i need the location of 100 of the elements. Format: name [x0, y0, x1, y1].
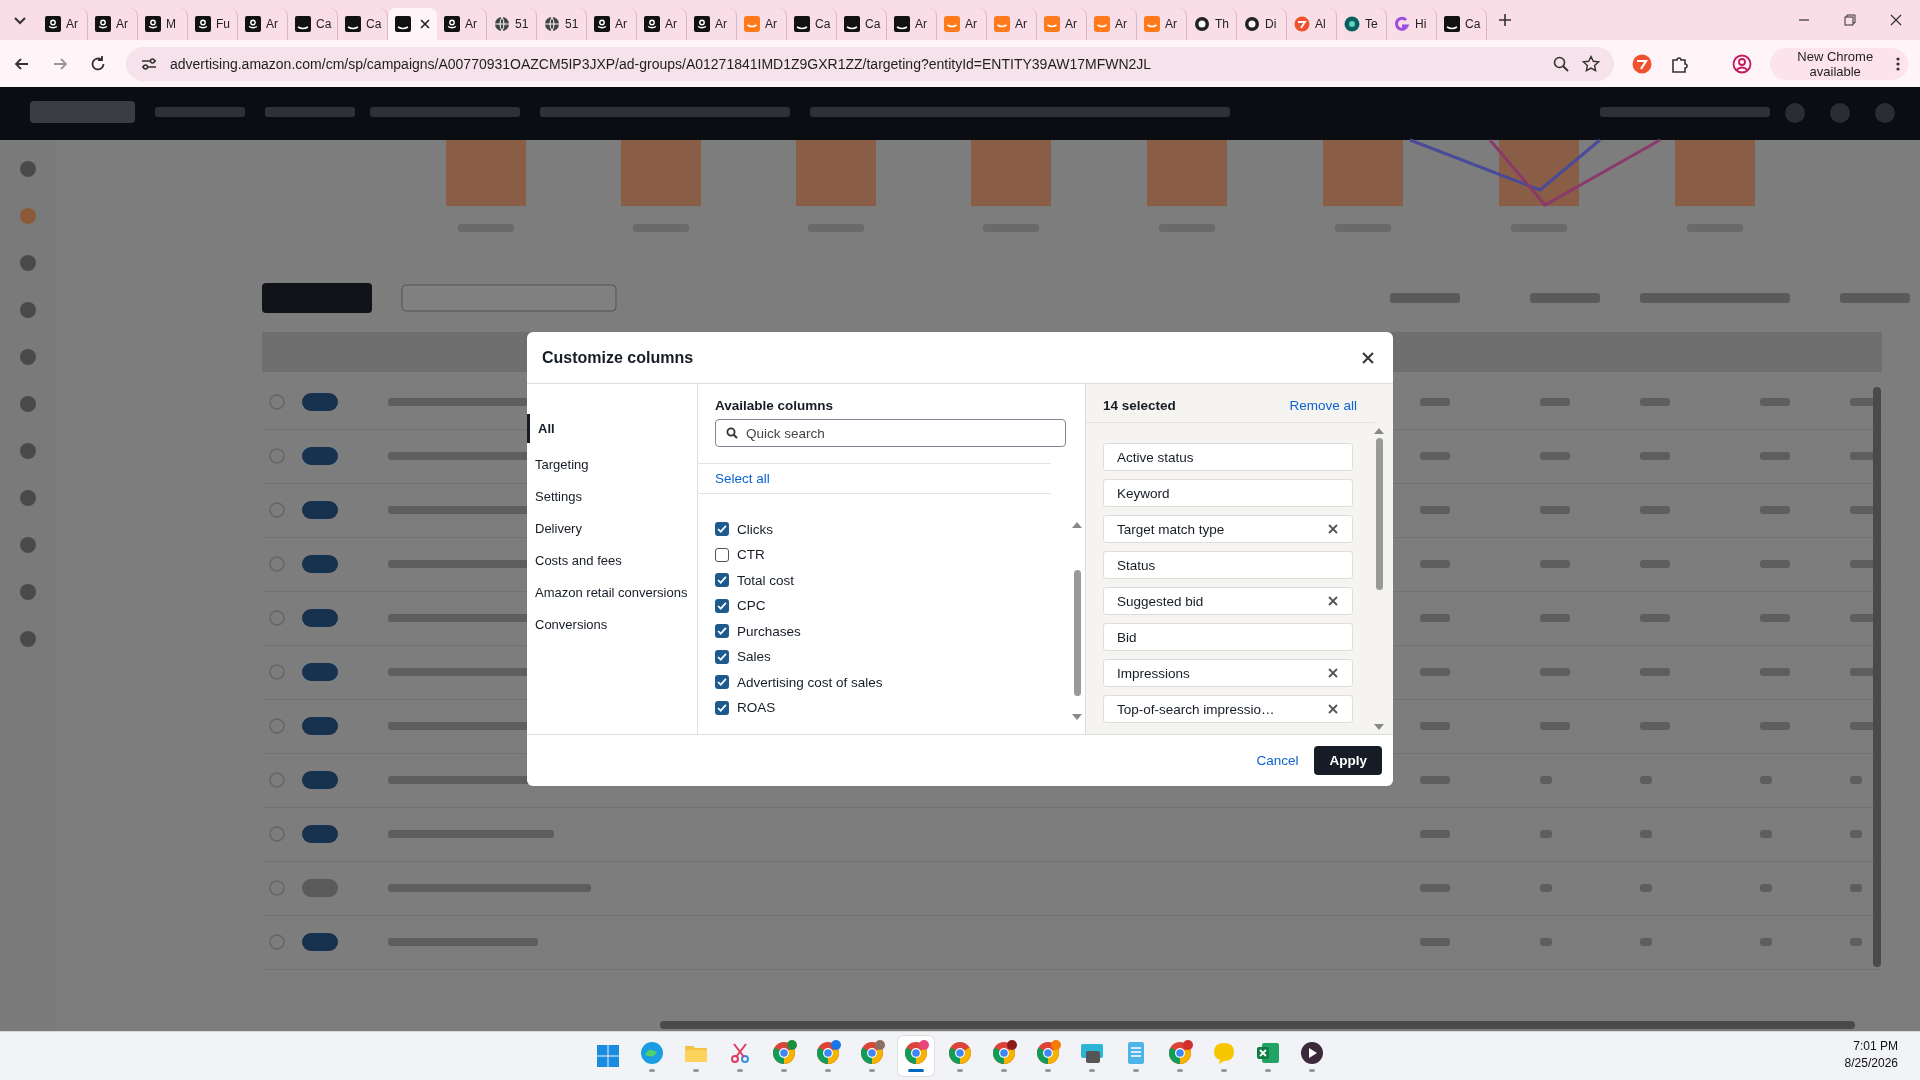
restore-icon[interactable]: [1842, 12, 1858, 28]
toolbar-item-placeholder: [1390, 293, 1460, 303]
column-label: Target match type: [1117, 521, 1225, 537]
sidebar-icon: [20, 161, 36, 177]
column-label: Keyword: [1117, 485, 1170, 501]
sidebar-icon: [20, 584, 36, 600]
checkbox[interactable]: [715, 522, 729, 536]
column-label: Total cost: [737, 572, 795, 588]
category-tab[interactable]: Targeting: [527, 454, 697, 475]
column-label: CTR: [737, 547, 765, 562]
smile-logo-icon: [345, 16, 361, 32]
chrome-browser-icon[interactable]: [948, 1040, 972, 1065]
remove-all-link[interactable]: Remove all: [1289, 398, 1357, 413]
smile-logo-icon: [1144, 16, 1160, 32]
windows-start-icon[interactable]: [596, 1044, 620, 1068]
selected-column-item[interactable]: Top-of-search impressio…: [1103, 695, 1353, 723]
column-label: Sales: [737, 649, 771, 664]
amazon-smile-icon: [95, 16, 111, 32]
smile-logo-icon: [1444, 16, 1460, 32]
browser-tab[interactable]: [388, 8, 437, 40]
selected-column-item[interactable]: Keyword: [1103, 479, 1353, 507]
checkbox[interactable]: [715, 700, 729, 715]
swirl-icon: [1294, 16, 1310, 32]
smile-logo-icon: [944, 16, 960, 32]
selected-column-item[interactable]: Target match type: [1103, 515, 1353, 543]
checkbox[interactable]: [715, 624, 729, 638]
cancel-button[interactable]: Cancel: [1252, 753, 1303, 768]
address-bar[interactable]: advertising.amazon.com/cm/sp/campaigns/A00770931OAZCM5IP3JXP/ad-groups/A01271841IMD1Z9GXR1ZZ/targeting?entityId=ENTITY39AW17MFWN2JL: [126, 46, 1614, 81]
select-all-link[interactable]: Select all: [715, 471, 770, 486]
bookmark-star-icon[interactable]: [1582, 54, 1600, 73]
checkbox[interactable]: [715, 573, 729, 587]
column-label: Impressions: [1117, 665, 1190, 681]
checkbox[interactable]: [715, 547, 729, 562]
sidebar-icon: [20, 396, 36, 412]
spreadsheet-icon[interactable]: [1256, 1040, 1280, 1065]
column-label: Top-of-search impressio…: [1117, 701, 1275, 717]
remove-icon[interactable]: [1328, 524, 1338, 534]
smile-logo-icon: [295, 16, 311, 32]
smile-logo-icon: [794, 16, 810, 32]
zoom-icon[interactable]: [1552, 54, 1570, 73]
search-icon: [726, 427, 738, 439]
loop-logo-icon: [1394, 16, 1410, 32]
circle-logo-icon: [1344, 16, 1360, 32]
amazon-smile-icon: [594, 16, 610, 32]
category-tab[interactable]: Conversions: [527, 614, 697, 635]
scroll-up-icon[interactable]: [1072, 522, 1082, 528]
close-icon[interactable]: [1361, 350, 1375, 365]
selected-count: 14 selected: [1103, 398, 1176, 413]
profile-icon[interactable]: [1732, 53, 1753, 74]
search-field[interactable]: Quick search: [715, 419, 1066, 447]
dialog-title: Customize columns: [542, 348, 694, 367]
swirl-extension-icon[interactable]: [1632, 53, 1652, 74]
update-chrome-button[interactable]: New Chrome available: [1770, 47, 1908, 80]
category-tab[interactable]: All: [527, 414, 697, 443]
play-icon[interactable]: [1300, 1040, 1324, 1065]
category-tab[interactable]: Delivery: [527, 518, 697, 539]
scroll-up-icon[interactable]: [1374, 428, 1384, 434]
close-icon[interactable]: [1888, 12, 1904, 28]
sidebar-icon: [20, 349, 36, 365]
selected-column-item[interactable]: Active status: [1103, 443, 1353, 471]
category-tab[interactable]: Costs and fees: [527, 550, 697, 571]
amazon-smile-icon: [195, 16, 211, 32]
column-label: Bid: [1117, 629, 1137, 645]
sidebar-icon: [20, 537, 36, 553]
remove-icon[interactable]: [1328, 668, 1338, 678]
url-text: advertising.amazon.com/cm/sp/campaigns/A00770931OAZCM5IP3JXP/ad-groups/A01271841IMD1Z9GXR1ZZ/targeting?entityId=ENTITY39AW17MFWN2JL: [170, 55, 1153, 72]
category-tab[interactable]: Amazon retail conversions: [527, 582, 697, 603]
remove-icon[interactable]: [1328, 704, 1338, 714]
column-label: Clicks: [737, 521, 773, 537]
category-tab[interactable]: Settings: [527, 486, 697, 507]
checkbox[interactable]: [715, 598, 729, 613]
amazon-smile-icon: [245, 16, 261, 32]
ring-icon: [1244, 16, 1260, 32]
toolbar-item-placeholder: [1840, 293, 1910, 303]
selected-column-item[interactable]: Suggested bid: [1103, 587, 1353, 615]
remove-icon[interactable]: [1328, 596, 1338, 606]
edge-browser-icon[interactable]: [640, 1040, 664, 1065]
smile-logo-icon: [1094, 16, 1110, 32]
globe-icon: [544, 16, 560, 32]
column-label: Suggested bid: [1117, 593, 1204, 609]
checkbox[interactable]: [715, 675, 729, 689]
scroll-down-icon[interactable]: [1374, 724, 1384, 730]
column-label: Status: [1117, 557, 1156, 573]
sidebar-icon: [20, 302, 36, 318]
clock-time: 7:01 PM: [1853, 1039, 1898, 1053]
checkbox[interactable]: [715, 649, 729, 664]
new-tab-icon[interactable]: [1497, 12, 1513, 28]
amazon-smile-icon: [644, 16, 660, 32]
scrollbar-thumb[interactable]: [1375, 438, 1383, 590]
selected-column-item[interactable]: Bid: [1103, 623, 1353, 651]
apply-button[interactable]: Apply: [1314, 746, 1382, 775]
scrollbar-thumb[interactable]: [1073, 570, 1081, 696]
column-label: Purchases: [737, 623, 801, 639]
smile-logo-icon: [844, 16, 860, 32]
taskbar-app[interactable]: [898, 1036, 934, 1076]
selected-column-item[interactable]: Status: [1103, 551, 1353, 579]
selected-column-item[interactable]: Impressions: [1103, 659, 1353, 687]
sidebar-icon: [20, 208, 36, 224]
scroll-down-icon[interactable]: [1072, 714, 1082, 720]
column-label: Advertising cost of sales: [737, 674, 883, 690]
